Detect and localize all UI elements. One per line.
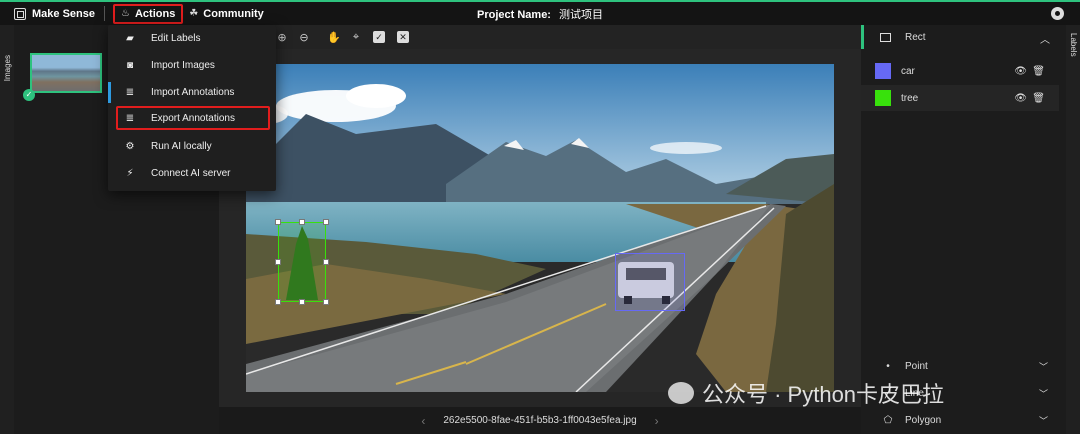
- landscape-image: [246, 64, 834, 392]
- previous-image-icon[interactable]: ‹: [421, 414, 425, 428]
- resize-handle[interactable]: [275, 219, 281, 225]
- chevron-down-icon[interactable]: ﹀: [1039, 414, 1048, 427]
- community-menu-button[interactable]: ☘ Community: [183, 4, 269, 24]
- resize-handle[interactable]: [275, 299, 281, 305]
- resize-handle[interactable]: [299, 219, 305, 225]
- eye-icon[interactable]: 👁: [1014, 93, 1027, 104]
- car-bounding-box[interactable]: [615, 253, 685, 311]
- reject-icon[interactable]: ✕: [397, 31, 409, 43]
- label-row-car[interactable]: car 👁 🗑: [861, 58, 1059, 84]
- trash-icon[interactable]: 🗑: [1032, 66, 1045, 77]
- hover-indicator: [108, 82, 111, 103]
- rect-section-title: Rect: [905, 31, 926, 43]
- hand-icon[interactable]: ✋: [325, 28, 343, 46]
- import-icon: ≣: [125, 86, 135, 98]
- crosshair-icon[interactable]: ⌖: [347, 28, 365, 46]
- community-label: Community: [203, 7, 264, 20]
- point-section-header[interactable]: • Point ﹀: [861, 353, 1066, 379]
- menu-item-edit-labels[interactable]: ▰ Edit Labels: [116, 26, 270, 50]
- community-icon: ☘: [189, 8, 199, 19]
- menu-item-label: Import Images: [151, 59, 215, 71]
- resize-handle[interactable]: [323, 299, 329, 305]
- resize-handle[interactable]: [323, 259, 329, 265]
- tag-icon: ▰: [126, 32, 134, 44]
- annotated-image[interactable]: [246, 64, 834, 392]
- flame-icon: ♨: [121, 8, 130, 19]
- menu-item-label: Run AI locally: [151, 140, 212, 152]
- label-color-swatch: [875, 63, 891, 79]
- ai-icon: ⚙: [125, 140, 135, 152]
- top-bar: Make Sense ♨ Actions ☘ Community Project…: [0, 0, 1080, 25]
- polygon-section-header[interactable]: ⬠ Polygon ﹀: [861, 407, 1066, 433]
- app-title: Make Sense: [32, 7, 95, 20]
- actions-dropdown: ▰ Edit Labels ◙ Import Images ≣ Import A…: [108, 25, 276, 191]
- menu-item-label: Export Annotations: [151, 112, 235, 124]
- rectangle-icon: [880, 32, 891, 42]
- image-thumbnail[interactable]: [30, 53, 102, 93]
- label-name: tree: [901, 92, 919, 104]
- menu-item-label: Edit Labels: [151, 32, 201, 44]
- chevron-down-icon[interactable]: ﹀: [1039, 360, 1048, 373]
- accept-icon[interactable]: ✓: [373, 31, 385, 43]
- menu-item-connect-ai-server[interactable]: ⚡ Connect AI server: [116, 161, 270, 185]
- watermark: 公众号 · Python卡皮巴拉: [668, 377, 944, 409]
- actions-label: Actions: [134, 7, 176, 20]
- editor-canvas[interactable]: [219, 49, 861, 407]
- polygon-section-title: Polygon: [905, 414, 942, 426]
- label-row-tree[interactable]: tree 👁 🗑: [861, 85, 1059, 111]
- labels-tab[interactable]: Labels: [1066, 25, 1080, 434]
- tree-bounding-box[interactable]: [275, 219, 329, 305]
- image-navigation-bar: ‹ 262e5500-8fae-451f-b5b3-1ff0043e5fea.j…: [219, 407, 861, 434]
- menu-item-import-annotations[interactable]: ≣ Import Annotations: [116, 80, 270, 104]
- menu-item-export-annotations[interactable]: ≣ Export Annotations: [116, 106, 270, 130]
- label-color-swatch: [875, 90, 891, 106]
- chevron-up-icon[interactable]: ︿: [1040, 31, 1050, 46]
- watermark-text: 公众号 · Python卡皮巴拉: [702, 382, 945, 407]
- brand[interactable]: Make Sense: [0, 2, 100, 25]
- project-name-value[interactable]: 测试项目: [559, 9, 603, 21]
- label-name: car: [901, 65, 915, 77]
- menu-item-label: Import Annotations: [151, 86, 235, 98]
- divider: [104, 6, 105, 21]
- export-icon: ≣: [125, 112, 135, 124]
- resize-handle[interactable]: [299, 299, 305, 305]
- menu-item-label: Connect AI server: [151, 167, 231, 179]
- images-tab[interactable]: Images: [0, 25, 14, 434]
- labels-panel: Rect ︿ car 👁 🗑 tree 👁 🗑 • Point ﹀ ╱ Line…: [861, 25, 1066, 434]
- camera-icon: ◙: [126, 59, 134, 71]
- resize-handle[interactable]: [275, 259, 281, 265]
- wechat-icon: [668, 382, 694, 404]
- rect-section-header[interactable]: Rect ︿: [861, 25, 1066, 49]
- point-section-title: Point: [905, 360, 928, 372]
- plug-icon: ⚡: [126, 167, 134, 179]
- menu-item-import-images[interactable]: ◙ Import Images: [116, 53, 270, 77]
- labels-tab-label: Labels: [1069, 33, 1078, 57]
- trash-icon[interactable]: 🗑: [1032, 93, 1045, 104]
- project-name-label: Project Name:: [477, 8, 551, 21]
- image-filename: 262e5500-8fae-451f-b5b3-1ff0043e5fea.jpg: [443, 415, 637, 426]
- eye-icon[interactable]: 👁: [1014, 66, 1027, 77]
- images-tab-label: Images: [3, 55, 12, 82]
- checkmark-icon: ✓: [23, 89, 35, 101]
- chevron-down-icon[interactable]: ﹀: [1039, 387, 1048, 400]
- editor-toolbar: ⊕ ⊖ ✋ ⌖ ✓ ✕: [219, 25, 861, 49]
- make-sense-logo-icon: [14, 7, 26, 20]
- polygon-icon: ⬠: [883, 414, 893, 426]
- next-image-icon[interactable]: ›: [655, 414, 659, 428]
- menu-item-run-ai-locally[interactable]: ⚙ Run AI locally: [116, 134, 270, 158]
- resize-handle[interactable]: [323, 219, 329, 225]
- github-icon[interactable]: [1051, 7, 1064, 20]
- zoom-out-icon[interactable]: ⊖: [295, 28, 313, 46]
- point-icon: •: [886, 360, 890, 372]
- actions-menu-button[interactable]: ♨ Actions: [113, 3, 184, 24]
